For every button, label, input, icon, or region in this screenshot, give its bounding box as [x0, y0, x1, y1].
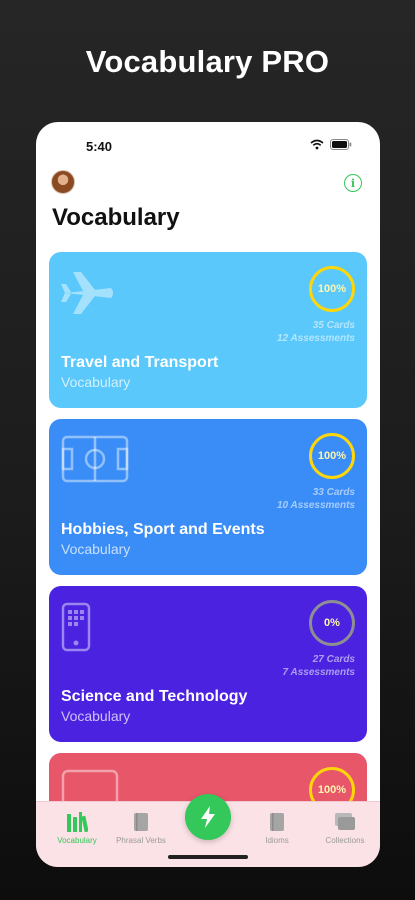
tab-label: Collections	[325, 836, 365, 845]
card-subtitle: Vocabulary	[61, 374, 131, 390]
football-field-icon	[61, 435, 129, 483]
tab-label: Vocabulary	[57, 836, 97, 845]
tab-collections[interactable]: Collections	[312, 812, 378, 845]
card-stats: 27 Cards 7 Assessments	[283, 653, 355, 679]
info-icon[interactable]: i	[344, 174, 362, 192]
wifi-icon	[310, 139, 324, 150]
home-indicator	[168, 855, 248, 859]
tab-phrasal-verbs[interactable]: Phrasal Verbs	[108, 812, 174, 845]
assessment-count: 7 Assessments	[282, 667, 355, 678]
card-title: Science and Technology	[61, 688, 248, 705]
status-icons	[310, 139, 352, 150]
card-count: 27 Cards	[312, 654, 355, 665]
book-icon	[270, 813, 284, 831]
phone-device-icon	[61, 602, 91, 652]
tab-vocabulary[interactable]: Vocabulary	[44, 812, 110, 845]
stack-icon	[335, 813, 355, 830]
tab-label: Phrasal Verbs	[116, 836, 166, 845]
card-subtitle: Vocabulary	[61, 708, 131, 724]
tab-bar: Vocabulary Phrasal Verbs Idioms Collecti…	[36, 794, 380, 867]
battery-icon	[330, 139, 352, 150]
tab-label: Idioms	[265, 836, 289, 845]
category-card-hobbies-sport-and-events[interactable]: 100% 33 Cards 10 Assessments Hobbies, Sp…	[49, 419, 367, 575]
status-time: 5:40	[86, 139, 113, 154]
category-card-travel-and-transport[interactable]: 100% 35 Cards 12 Assessments Travel and …	[49, 252, 367, 408]
card-subtitle: Vocabulary	[61, 541, 131, 557]
card-stats: 35 Cards 12 Assessments	[277, 319, 355, 345]
progress-ring: 0%	[309, 600, 355, 646]
assessment-count: 10 Assessments	[276, 500, 355, 511]
phone-screen: 5:40 i Vocabulary 100% 35 Cards 12 Asses…	[36, 122, 380, 867]
card-stats: 33 Cards 10 Assessments	[277, 486, 355, 512]
card-count: 35 Cards	[312, 320, 355, 331]
assessment-count: 12 Assessments	[276, 333, 355, 344]
promo-title: Vocabulary PRO	[85, 44, 330, 79]
airplane-icon	[61, 272, 113, 314]
tab-idioms[interactable]: Idioms	[244, 812, 310, 845]
lightning-icon	[201, 806, 215, 828]
book-icon	[134, 813, 148, 831]
books-icon	[67, 812, 88, 832]
card-title: Hobbies, Sport and Events	[61, 521, 265, 538]
quick-practice-button[interactable]	[185, 794, 231, 840]
category-card-science-and-technology[interactable]: 0% 27 Cards 7 Assessments Science and Te…	[49, 586, 367, 742]
avatar[interactable]	[51, 170, 75, 194]
status-bar: 5:40	[36, 122, 380, 168]
card-title: Travel and Transport	[61, 354, 219, 371]
progress-ring: 100%	[309, 266, 355, 312]
card-count: 33 Cards	[312, 487, 355, 498]
page-title: Vocabulary	[52, 204, 180, 231]
category-list: 100% 35 Cards 12 Assessments Travel and …	[49, 252, 367, 867]
progress-ring: 100%	[309, 433, 355, 479]
